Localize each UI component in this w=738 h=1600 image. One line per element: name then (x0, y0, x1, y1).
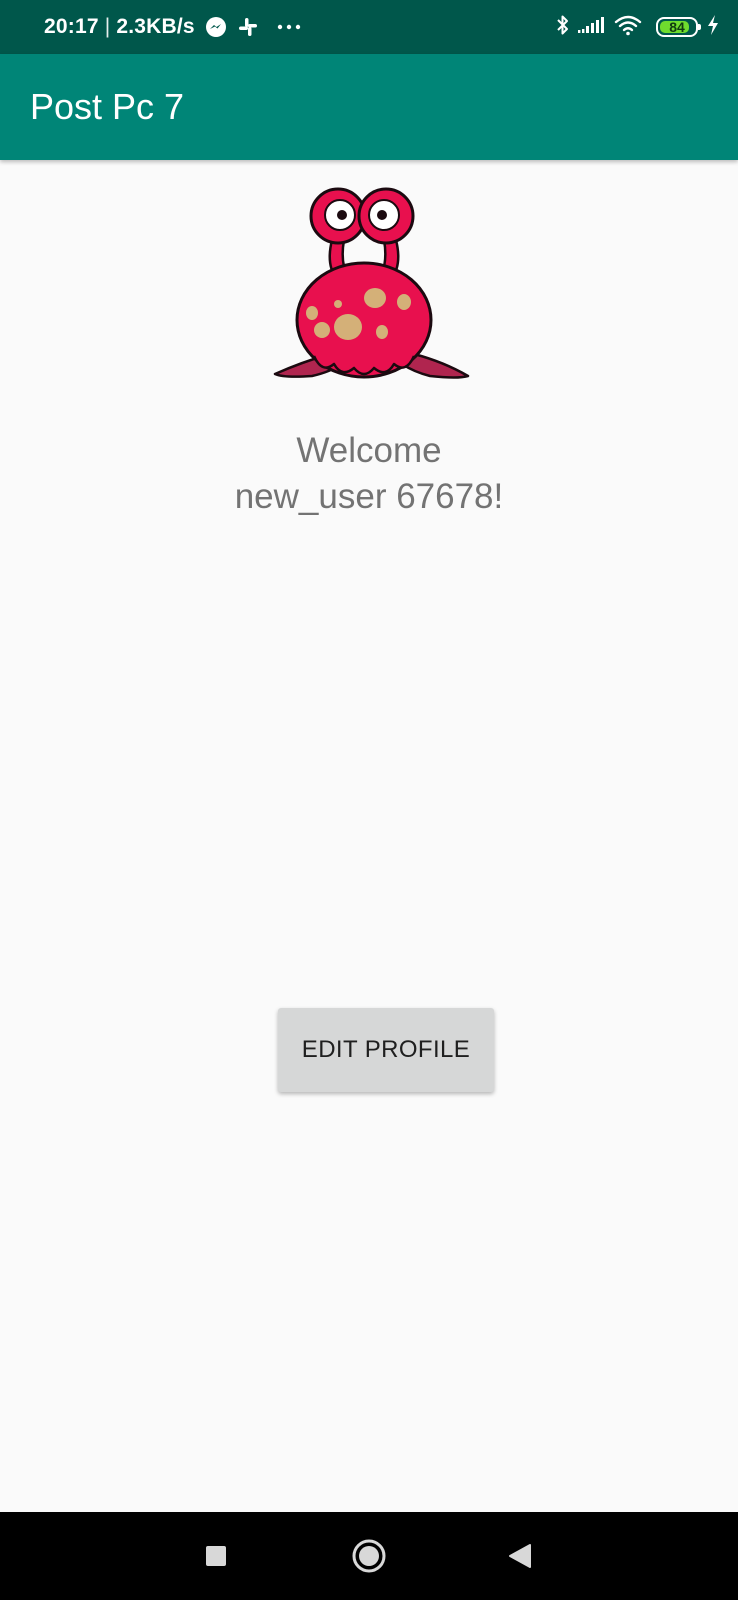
recents-square-icon[interactable] (176, 1512, 256, 1600)
battery-icon: 84 (656, 17, 701, 37)
battery-level: 84 (669, 19, 685, 35)
pink-alien-monster-icon (272, 186, 472, 392)
welcome-message: Welcome new_user 67678! (0, 428, 738, 520)
navigation-bar (0, 1512, 738, 1600)
wifi-icon (614, 14, 642, 40)
slack-icon (237, 16, 259, 38)
welcome-line-1: Welcome (296, 431, 442, 470)
status-left: 20:17 | 2.3KB/s (44, 0, 301, 54)
app-title: Post Pc 7 (30, 86, 185, 127)
home-circle-icon[interactable] (329, 1512, 409, 1600)
status-separator: | (104, 15, 111, 38)
edit-profile-button[interactable]: EDIT PROFILE (278, 1008, 494, 1092)
network-speed: 2.3KB/s (116, 15, 195, 38)
battery-tip (698, 24, 701, 30)
back-triangle-icon[interactable] (480, 1512, 560, 1600)
more-notifications-icon (277, 24, 301, 30)
app-bar: Post Pc 7 (0, 54, 738, 160)
status-right: 84 (556, 0, 720, 54)
signal-icon (578, 16, 606, 38)
status-bar: 20:17 | 2.3KB/s 84 (0, 0, 738, 54)
welcome-username: new_user 67678! (234, 477, 504, 516)
charging-icon (706, 14, 720, 40)
bluetooth-icon (556, 14, 570, 40)
messenger-icon (205, 16, 227, 38)
status-time: 20:17 (44, 15, 99, 38)
